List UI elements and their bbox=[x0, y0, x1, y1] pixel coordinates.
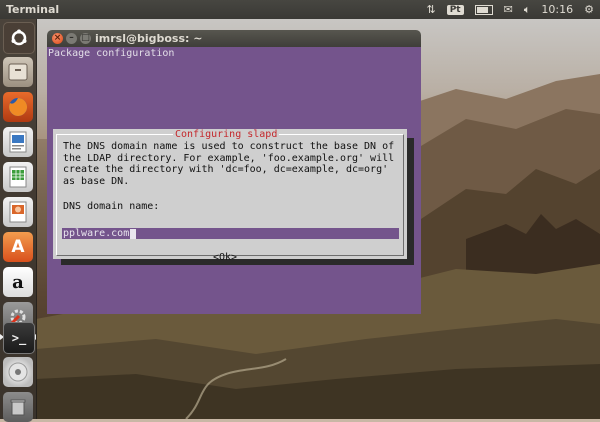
network-updown-icon[interactable]: ⇅ bbox=[426, 3, 435, 16]
launcher: A a >_ bbox=[0, 19, 37, 422]
libreoffice-writer-icon[interactable] bbox=[3, 127, 33, 157]
volume-icon[interactable]: 🔈︎ bbox=[524, 3, 531, 17]
dns-domain-value: pplware.com bbox=[63, 228, 130, 239]
window-title: imrsl@bigboss: ~ bbox=[95, 32, 203, 45]
top-panel: Terminal ⇅ Pt ✉ 🔈︎ 10:16 ⚙ bbox=[0, 0, 600, 19]
description-line: The DNS domain name is used to construct… bbox=[63, 141, 395, 152]
file-cabinet-icon[interactable] bbox=[3, 57, 33, 87]
terminal-content[interactable]: Package configuration Configuring slapd … bbox=[47, 47, 421, 314]
mail-envelope-icon[interactable]: ✉ bbox=[504, 3, 513, 16]
amazon-icon[interactable]: a bbox=[3, 267, 33, 297]
clock[interactable]: 10:16 bbox=[541, 3, 573, 16]
ubuntu-logo-icon[interactable] bbox=[3, 22, 35, 54]
libreoffice-calc-icon[interactable] bbox=[3, 162, 33, 192]
maximize-icon[interactable]: □ bbox=[80, 33, 91, 44]
system-tray: ⇅ Pt ✉ 🔈︎ 10:16 ⚙ bbox=[426, 2, 594, 17]
package-configuration-header: Package configuration bbox=[48, 48, 175, 59]
minimize-icon[interactable]: – bbox=[66, 33, 77, 44]
description-line: create the directory with 'dc=foo, dc=ex… bbox=[63, 164, 389, 176]
configuring-slapd-dialog: Configuring slapd The DNS domain name is… bbox=[53, 129, 407, 263]
active-app-name: Terminal bbox=[6, 3, 60, 16]
window-titlebar[interactable]: × – □ imrsl@bigboss: ~ bbox=[47, 30, 421, 47]
software-center-bag-icon[interactable]: A bbox=[3, 232, 33, 262]
terminal-icon[interactable]: >_ bbox=[3, 322, 35, 354]
battery-icon[interactable] bbox=[474, 4, 493, 15]
close-icon[interactable]: × bbox=[52, 33, 63, 44]
dns-domain-input[interactable]: pplware.com bbox=[62, 228, 399, 239]
power-gear-icon[interactable]: ⚙ bbox=[584, 3, 594, 16]
description-line: as base DN. bbox=[63, 175, 130, 187]
text-cursor bbox=[130, 229, 136, 239]
description-line: the LDAP directory. For example, 'foo.ex… bbox=[63, 152, 395, 164]
dialog-description: The DNS domain name is used to construct… bbox=[63, 141, 394, 187]
trash-icon[interactable] bbox=[3, 392, 33, 422]
keyboard-layout-indicator[interactable]: Pt bbox=[446, 4, 464, 15]
libreoffice-impress-icon[interactable] bbox=[3, 197, 33, 227]
dialog-title: Configuring slapd bbox=[173, 129, 280, 141]
disc-icon[interactable] bbox=[3, 357, 33, 387]
dns-domain-label: DNS domain name: bbox=[63, 201, 160, 212]
terminal-window: × – □ imrsl@bigboss: ~ Package configura… bbox=[47, 30, 421, 314]
firefox-icon[interactable] bbox=[3, 92, 33, 122]
ok-button[interactable]: <Ok> bbox=[213, 252, 237, 264]
